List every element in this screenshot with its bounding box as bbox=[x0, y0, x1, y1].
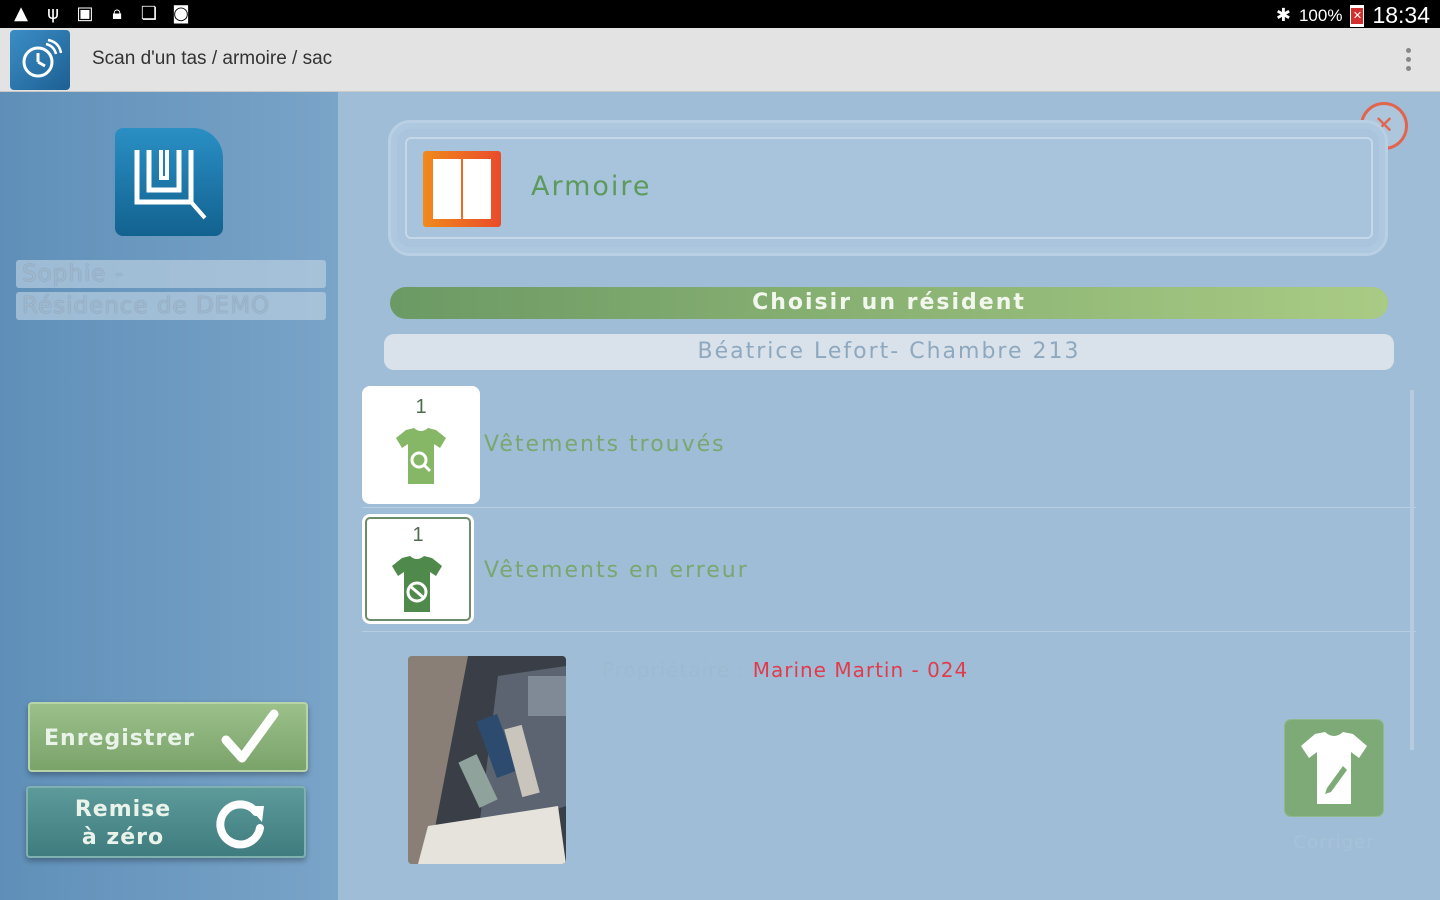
warning-icon: ▲ bbox=[14, 3, 28, 24]
error-count: 1 bbox=[412, 524, 424, 546]
screen-title: Scan d'un tas / armoire / sac bbox=[92, 48, 333, 69]
photos-icon: ❏ bbox=[140, 3, 158, 24]
usb-icon: ψ bbox=[47, 3, 59, 24]
residence-name: Résidence de DEMO bbox=[16, 292, 326, 320]
reset-label-line2: à zéro bbox=[81, 825, 165, 850]
fix-label: Corriger bbox=[1293, 832, 1375, 853]
status-bar: ▲ ψ ▣ 🔒︎ ❏ ◙ ✱ 100% 18:34 bbox=[0, 0, 1440, 28]
bluetooth-icon: ✱ bbox=[1275, 5, 1291, 25]
fix-button[interactable] bbox=[1285, 720, 1383, 816]
owner-info: Propriétaire : Marine Martin - 024 bbox=[602, 658, 968, 682]
overflow-menu-icon[interactable] bbox=[1404, 46, 1412, 74]
sidebar: Sophie - Résidence de DEMO Enregistrer R… bbox=[0, 92, 338, 900]
shirt-edit-icon bbox=[1301, 732, 1367, 804]
checkmark-icon bbox=[221, 709, 279, 763]
image-icon: ▣ bbox=[76, 3, 94, 24]
list-item-found[interactable]: 1 Vêtements trouvés bbox=[362, 386, 1416, 508]
choose-resident-button[interactable]: Choisir un résident bbox=[390, 287, 1388, 319]
clock: 18:34 bbox=[1372, 2, 1430, 28]
found-count: 1 bbox=[415, 396, 427, 418]
found-label: Vêtements trouvés bbox=[484, 432, 726, 457]
battery-icon bbox=[1350, 4, 1365, 27]
refresh-icon bbox=[216, 800, 264, 849]
container-type-label: Armoire bbox=[531, 171, 652, 202]
shirt-forbidden-icon bbox=[392, 556, 442, 612]
found-count-tile: 1 bbox=[362, 386, 480, 504]
reset-label-line1: Remise bbox=[74, 797, 172, 822]
list-scrollbar[interactable] bbox=[1410, 390, 1414, 750]
brand-logo bbox=[115, 128, 223, 236]
container-card: Armoire bbox=[388, 120, 1388, 256]
status-icons-right: ✱ 100% 18:34 bbox=[1276, 2, 1430, 29]
action-bar: Scan d'un tas / armoire / sac bbox=[0, 28, 1440, 92]
save-button[interactable]: Enregistrer bbox=[28, 702, 308, 772]
shirt-search-icon bbox=[396, 428, 446, 484]
error-label: Vêtements en erreur bbox=[484, 558, 749, 583]
status-icons-left: ▲ ψ ▣ 🔒︎ ❏ ◙ bbox=[10, 3, 192, 25]
garment-photo[interactable] bbox=[408, 656, 566, 864]
container-inner[interactable]: Armoire bbox=[405, 137, 1373, 239]
user-name: Sophie - bbox=[16, 260, 326, 288]
app-logo-icon[interactable] bbox=[10, 30, 70, 90]
wardrobe-icon bbox=[423, 151, 501, 227]
error-count-tile: 1 bbox=[362, 514, 474, 624]
save-label: Enregistrer bbox=[44, 726, 195, 751]
lock-icon: 🔒︎ bbox=[112, 3, 122, 24]
battery-percent: 100% bbox=[1298, 5, 1343, 25]
owner-key: Propriétaire : bbox=[602, 658, 753, 682]
owner-value: Marine Martin - 024 bbox=[752, 658, 969, 682]
selected-resident[interactable]: Béatrice Lefort- Chambre 213 bbox=[384, 334, 1394, 370]
reset-button[interactable]: Remise à zéro bbox=[26, 786, 306, 858]
list-item-error[interactable]: 1 Vêtements en erreur bbox=[362, 512, 1416, 632]
camera-icon: ◙ bbox=[172, 3, 190, 24]
